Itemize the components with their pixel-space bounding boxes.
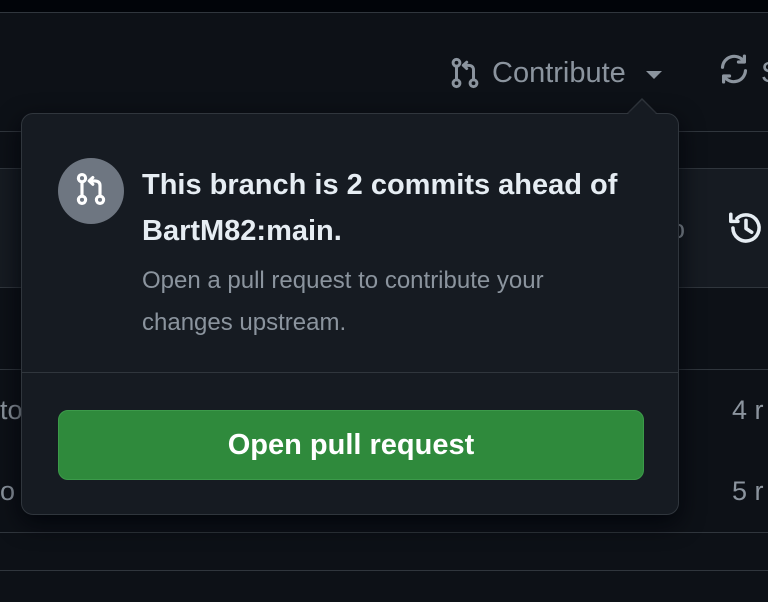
- popover-arrow-fill: [628, 100, 656, 114]
- popover-description: Open a pull request to contribute your c…: [142, 267, 544, 336]
- contribute-label: Contribute: [492, 56, 626, 89]
- sync-fork-button[interactable]: S: [717, 52, 768, 94]
- open-pull-request-button[interactable]: Open pull request: [58, 410, 644, 480]
- popover-title: This branch is 2 commits ahead of BartM8…: [142, 169, 618, 247]
- sync-label: S: [761, 57, 768, 90]
- row-time-fragment: 5 r: [732, 476, 764, 506]
- history-icon[interactable]: [727, 209, 765, 252]
- page: Contribute S o to 4 r o r 5 r: [0, 0, 768, 602]
- contribute-popover: This branch is 2 commits ahead of BartM8…: [21, 113, 679, 515]
- sync-icon: [717, 52, 751, 94]
- row-text-fragment: to: [0, 395, 23, 425]
- chevron-down-icon: [645, 71, 662, 79]
- git-pull-request-icon: [448, 56, 482, 90]
- git-pull-request-icon: [73, 171, 109, 212]
- file-row: [0, 533, 768, 571]
- row-time-fragment: 4 r: [732, 395, 764, 425]
- top-strip: [0, 0, 768, 13]
- pull-request-badge: [58, 158, 124, 224]
- popover-divider: [22, 372, 678, 373]
- contribute-button[interactable]: Contribute: [448, 52, 662, 94]
